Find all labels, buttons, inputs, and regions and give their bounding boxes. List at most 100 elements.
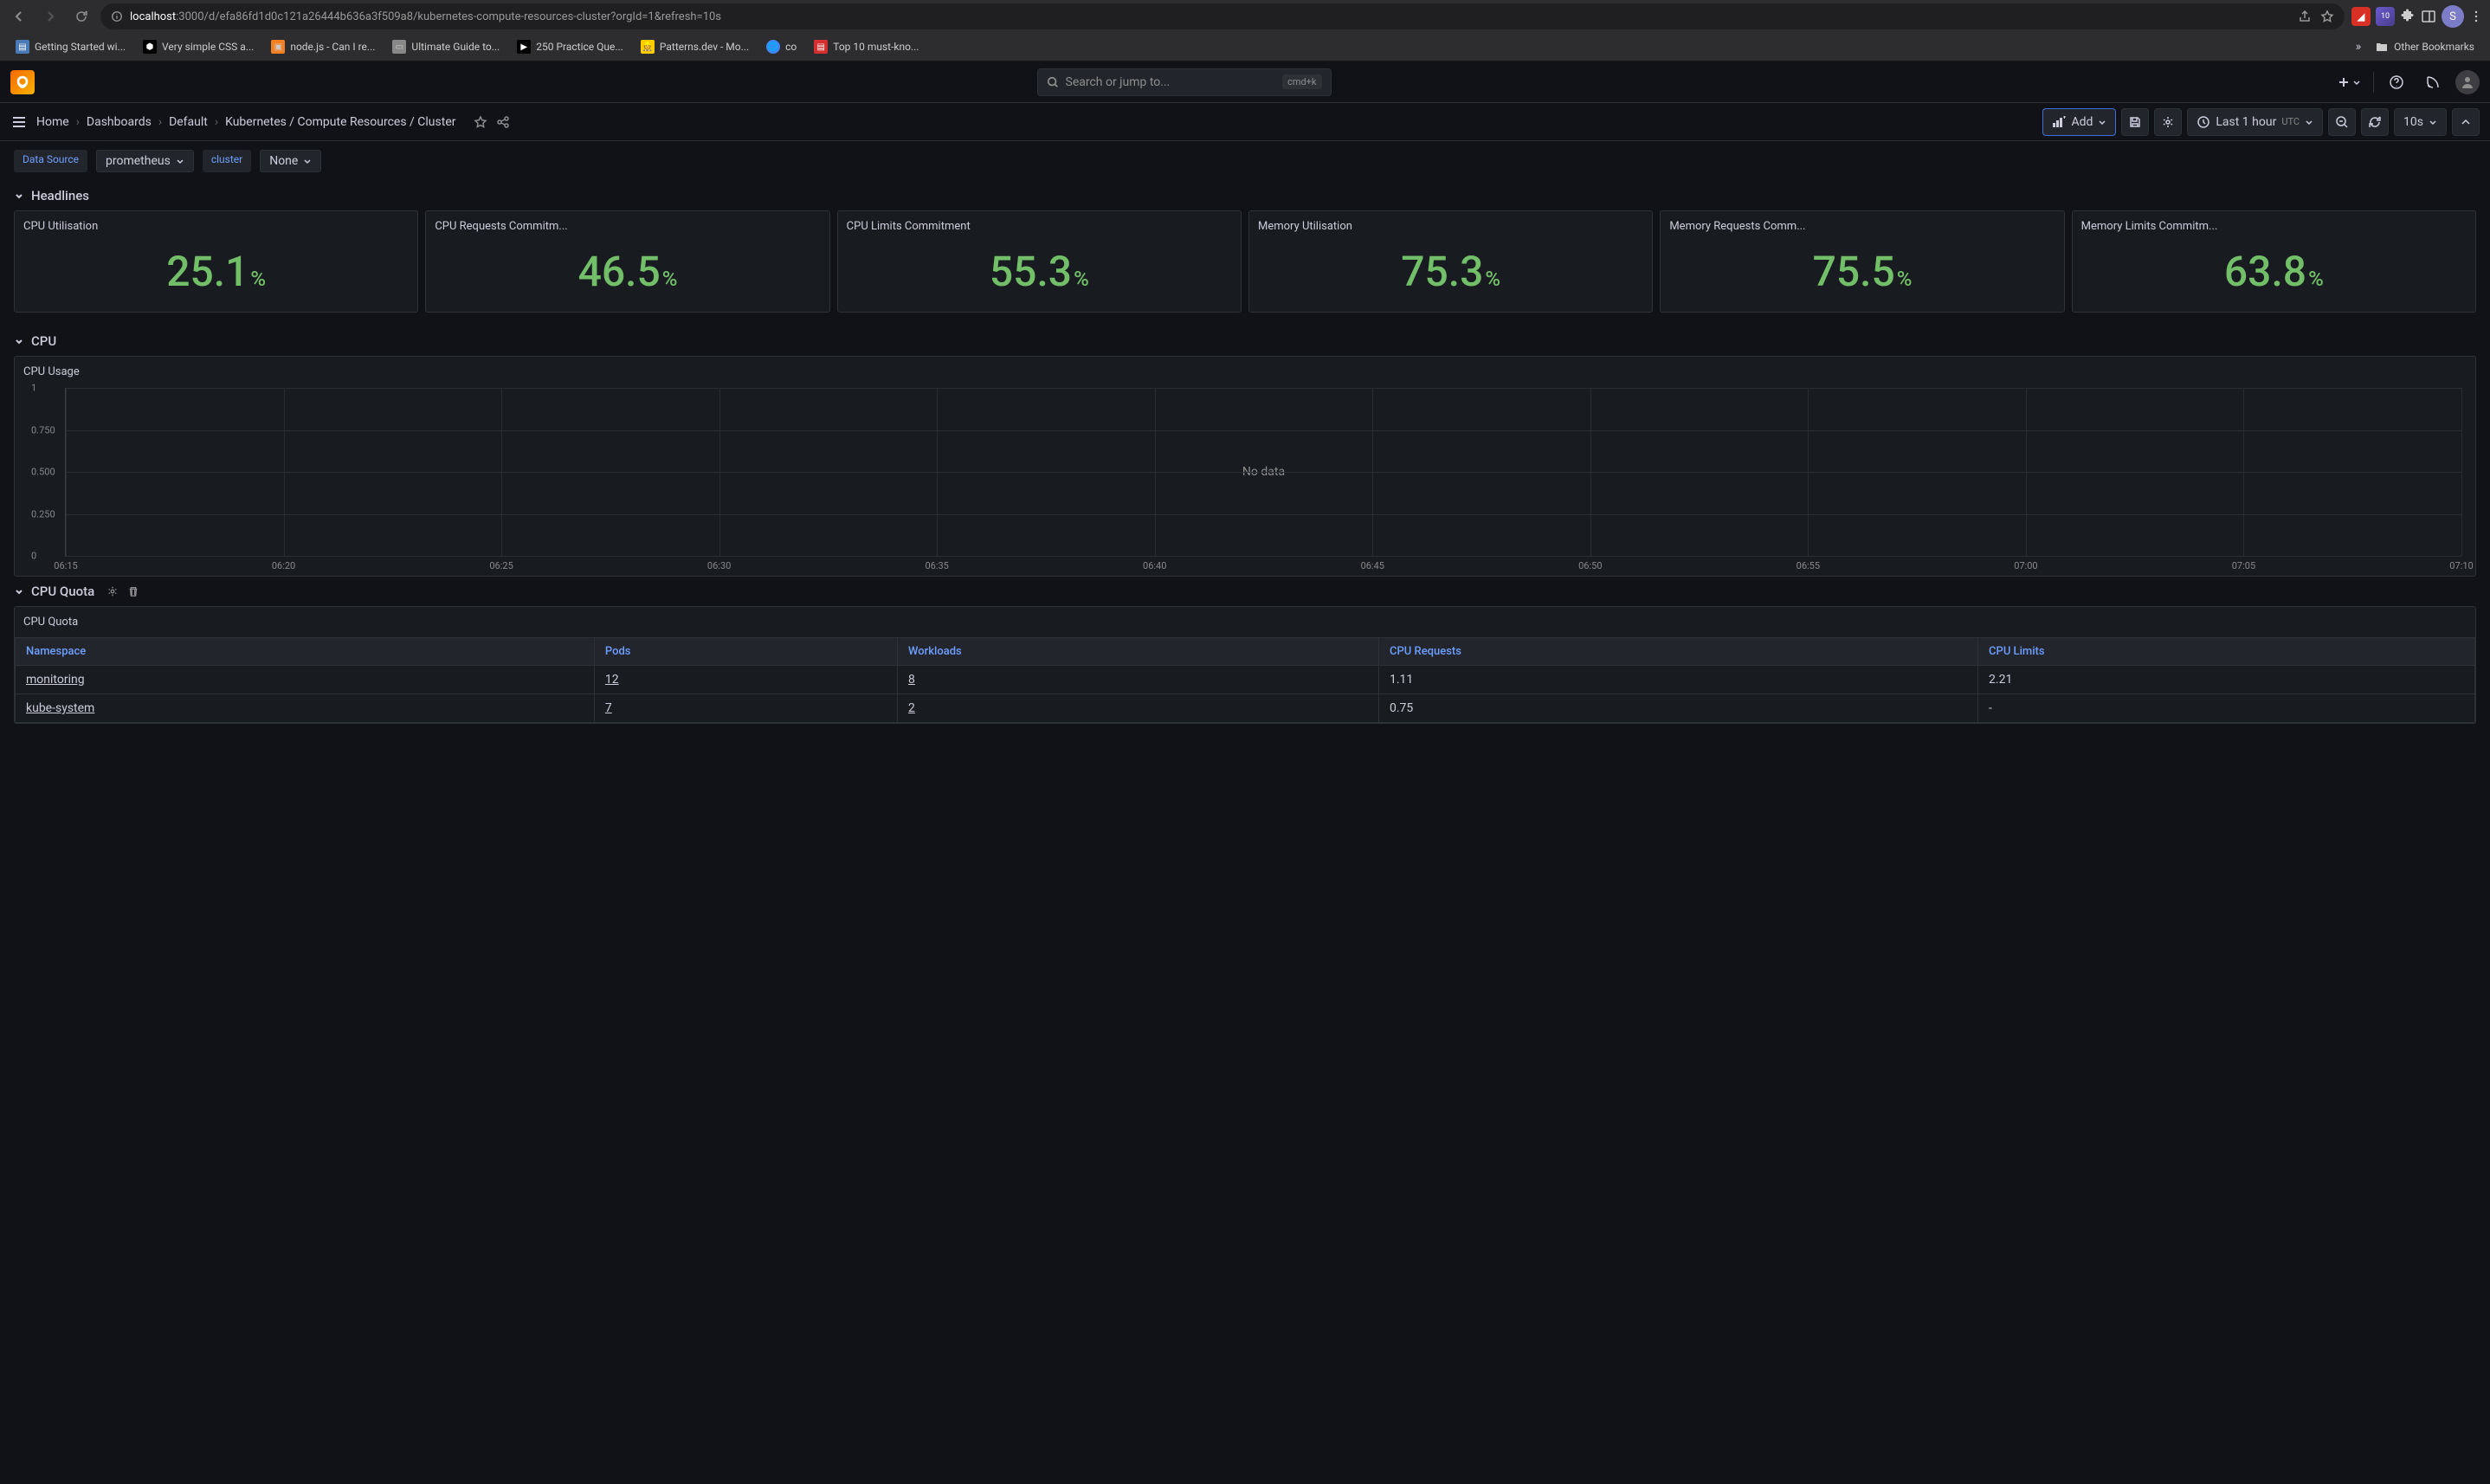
- add-panel-button[interactable]: Add: [2042, 108, 2116, 136]
- chevron-right-icon: ›: [158, 115, 162, 129]
- stat-panel[interactable]: Memory Utilisation 75.3%: [1248, 210, 1653, 313]
- refresh-button[interactable]: [2361, 108, 2389, 136]
- breadcrumb: Home › Dashboards › Default › Kubernetes…: [36, 115, 456, 129]
- panel-title: CPU Limits Commitment: [847, 220, 1232, 233]
- row-cpu-quota[interactable]: CPU Quota: [14, 577, 2476, 606]
- cluster-select[interactable]: None: [260, 150, 321, 172]
- stat-panel[interactable]: CPU Requests Commitm... 46.5%: [425, 210, 829, 313]
- row-title: CPU: [31, 333, 56, 349]
- browser-back-button[interactable]: [7, 4, 31, 29]
- chevron-right-icon: ›: [76, 115, 80, 129]
- stat-value: 25.1%: [23, 240, 409, 303]
- bookmark-item[interactable]: ▤Getting Started wi...: [9, 36, 132, 57]
- breadcrumb-home[interactable]: Home: [36, 115, 69, 129]
- panel-title: CPU Usage: [23, 365, 2467, 378]
- cpu-quota-panel[interactable]: CPU Quota NamespacePodsWorkloadsCPU Requ…: [14, 606, 2476, 724]
- workloads-link[interactable]: 2: [908, 701, 915, 715]
- panel-title: Memory Limits Commitm...: [2081, 220, 2467, 233]
- search-kbd: cmd+k: [1282, 74, 1321, 89]
- datasource-select[interactable]: prometheus: [96, 150, 194, 172]
- panel-title: CPU Utilisation: [23, 220, 409, 233]
- other-bookmarks-label: Other Bookmarks: [2394, 41, 2474, 53]
- workloads-link[interactable]: 8: [908, 673, 915, 687]
- bookmark-item[interactable]: 👷Patterns.dev - Mo...: [634, 36, 756, 57]
- row-delete-icon[interactable]: [127, 585, 139, 597]
- row-cpu[interactable]: CPU: [14, 326, 2476, 356]
- bookmark-item[interactable]: ⬢Very simple CSS a...: [136, 36, 261, 57]
- table-header[interactable]: CPU Requests: [1379, 638, 1978, 666]
- bookmark-item[interactable]: ▭Ultimate Guide to...: [385, 36, 506, 57]
- other-bookmarks-folder[interactable]: Other Bookmarks: [2368, 36, 2481, 57]
- bookmark-item[interactable]: ▤Top 10 must-kno...: [807, 36, 926, 57]
- browser-menu-icon[interactable]: [2469, 10, 2483, 23]
- table-header[interactable]: CPU Limits: [1978, 638, 2475, 666]
- table-row: kube-system 7 2 0.75 -: [16, 694, 2475, 723]
- cpu-limits-cell: 2.21: [1978, 666, 2475, 694]
- help-icon[interactable]: [2383, 68, 2410, 96]
- bookmark-label: node.js - Can I re...: [290, 41, 375, 53]
- extensions-puzzle-icon[interactable]: [2400, 9, 2416, 24]
- breadcrumb-current[interactable]: Kubernetes / Compute Resources / Cluster: [225, 115, 455, 129]
- namespace-link[interactable]: kube-system: [26, 701, 94, 715]
- breadcrumb-default[interactable]: Default: [169, 115, 208, 129]
- side-panel-icon[interactable]: [2421, 9, 2436, 24]
- add-menu[interactable]: [2333, 75, 2364, 89]
- cluster-var-label: cluster: [203, 150, 251, 172]
- datasource-var-label: Data Source: [14, 150, 87, 172]
- time-range-picker[interactable]: Last 1 hour UTC: [2187, 108, 2323, 136]
- row-headlines[interactable]: Headlines: [14, 181, 2476, 210]
- bookmarks-overflow[interactable]: »: [2356, 40, 2362, 54]
- collapse-button[interactable]: [2452, 108, 2480, 136]
- folder-icon: [2375, 40, 2389, 54]
- share-icon[interactable]: [2298, 10, 2312, 23]
- browser-forward-button[interactable]: [38, 4, 62, 29]
- x-axis-label: 06:55: [1797, 560, 1820, 571]
- site-info-icon[interactable]: [111, 10, 123, 23]
- cpu-requests-cell: 1.11: [1379, 666, 1978, 694]
- bookmark-item[interactable]: ▣node.js - Can I re...: [264, 36, 382, 57]
- stat-panel[interactable]: Memory Requests Comm... 75.5%: [1660, 210, 2064, 313]
- pods-link[interactable]: 7: [605, 701, 612, 715]
- bookmark-star-icon[interactable]: [2320, 10, 2334, 23]
- bookmark-item[interactable]: ▶250 Practice Que...: [510, 36, 630, 57]
- namespace-link[interactable]: monitoring: [26, 673, 85, 687]
- bookmark-label: Very simple CSS a...: [162, 41, 254, 53]
- cpu-limits-cell: -: [1978, 694, 2475, 723]
- zoom-out-button[interactable]: [2328, 108, 2356, 136]
- stat-panel[interactable]: CPU Utilisation 25.1%: [14, 210, 418, 313]
- bookmark-item[interactable]: 🌐co: [759, 36, 803, 57]
- stat-value: 46.5%: [435, 240, 820, 303]
- refresh-interval-label: 10s: [2403, 115, 2423, 129]
- cpu-usage-panel[interactable]: CPU Usage No data 00.2500.5000.750106:15…: [14, 356, 2476, 577]
- stat-panel[interactable]: Memory Limits Commitm... 63.8%: [2072, 210, 2476, 313]
- breadcrumb-dashboards[interactable]: Dashboards: [87, 115, 152, 129]
- user-avatar[interactable]: [2455, 70, 2480, 94]
- search-input[interactable]: Search or jump to... cmd+k: [1037, 68, 1332, 96]
- share-icon[interactable]: [496, 115, 510, 129]
- row-title: CPU Quota: [31, 584, 94, 599]
- extension-icon[interactable]: ◢: [2351, 7, 2371, 26]
- x-axis-label: 06:30: [707, 560, 731, 571]
- table-header[interactable]: Namespace: [16, 638, 595, 666]
- settings-button[interactable]: [2154, 108, 2182, 136]
- table-header[interactable]: Workloads: [898, 638, 1379, 666]
- y-axis-label: 0: [31, 551, 36, 562]
- url-bar[interactable]: localhost:3000/d/efa86fd1d0c121a26444b63…: [100, 3, 2345, 29]
- row-settings-icon[interactable]: [106, 585, 119, 597]
- news-icon[interactable]: [2419, 68, 2447, 96]
- grafana-logo[interactable]: [10, 70, 35, 94]
- stat-panel[interactable]: CPU Limits Commitment 55.3%: [837, 210, 1242, 313]
- y-axis-label: 1: [31, 383, 36, 394]
- save-button[interactable]: [2121, 108, 2149, 136]
- star-icon[interactable]: [474, 115, 487, 129]
- time-range-label: Last 1 hour: [2216, 115, 2276, 129]
- extension-badge-icon[interactable]: 10: [2376, 7, 2395, 26]
- refresh-interval-picker[interactable]: 10s: [2394, 108, 2447, 136]
- bookmark-label: co: [785, 41, 797, 53]
- table-header[interactable]: Pods: [594, 638, 897, 666]
- x-axis-label: 06:45: [1361, 560, 1384, 571]
- browser-reload-button[interactable]: [69, 4, 94, 29]
- profile-avatar[interactable]: S: [2442, 5, 2464, 28]
- menu-toggle-icon[interactable]: [10, 113, 28, 131]
- pods-link[interactable]: 12: [605, 673, 619, 687]
